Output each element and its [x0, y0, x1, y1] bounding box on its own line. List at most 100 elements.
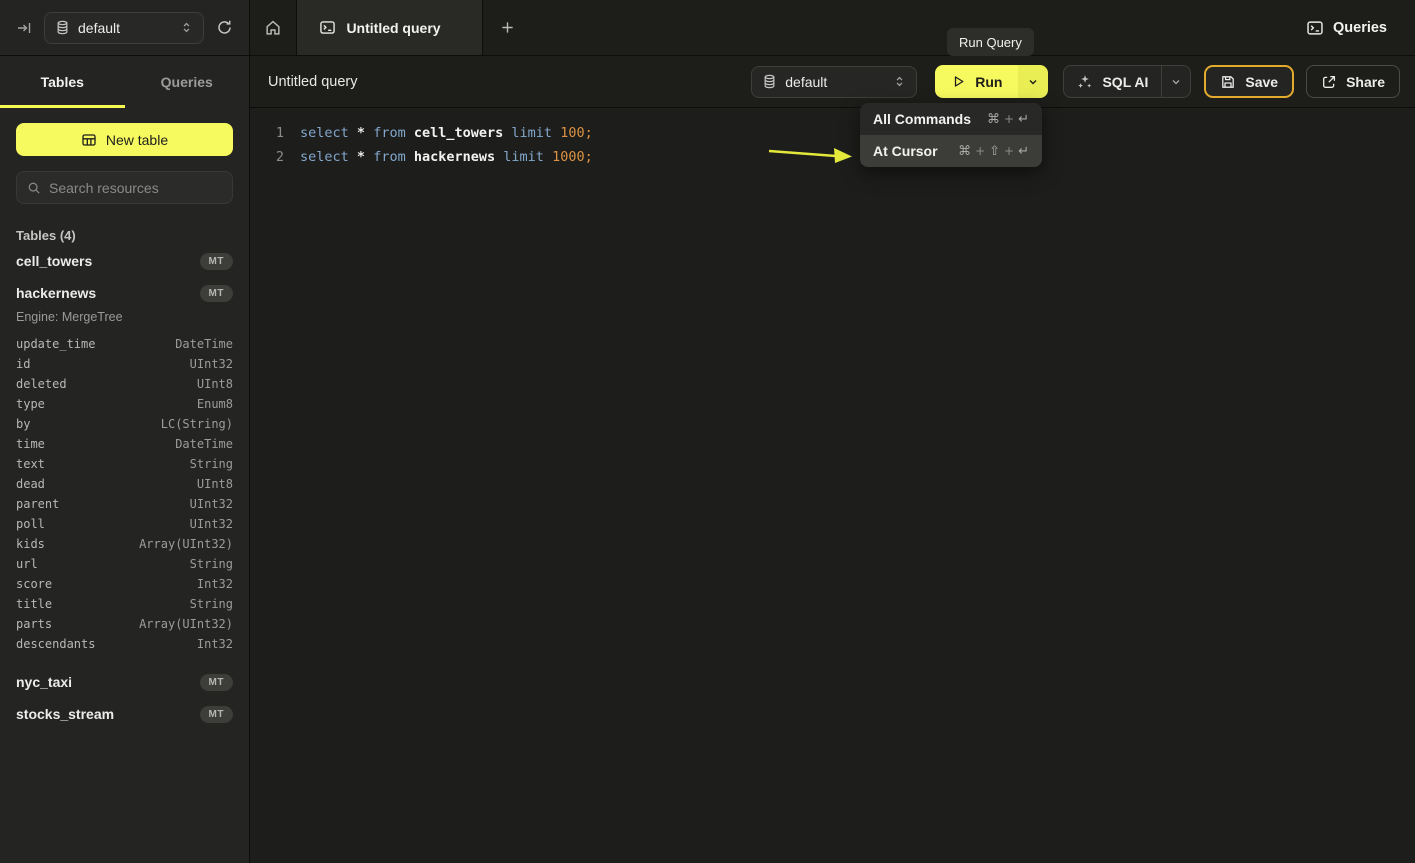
column-type: Enum8 [197, 397, 233, 411]
shortcut-separator: + [975, 144, 985, 158]
sparkles-icon [1077, 74, 1093, 90]
shortcut-key-icon: ⌘ [958, 144, 971, 159]
top-bar: default Untitled query [0, 0, 1415, 56]
token-pl [365, 125, 373, 141]
column-name: update_time [16, 337, 95, 351]
search-box[interactable] [16, 171, 233, 204]
search-icon [27, 181, 41, 195]
column-type: LC(String) [161, 417, 233, 431]
token-kw: from [373, 149, 406, 165]
database-icon [55, 20, 70, 35]
query-terminal-icon [319, 19, 336, 36]
column-name: text [16, 457, 45, 471]
token-num: ; [585, 125, 593, 141]
column-name: score [16, 577, 52, 591]
sql-editor[interactable]: 1select * from cell_towers limit 100;2se… [250, 108, 1415, 863]
home-icon [264, 19, 282, 37]
toolbar-database-value: default [785, 74, 827, 90]
share-button[interactable]: Share [1306, 65, 1400, 98]
sidebar-tab-tables[interactable]: Tables [0, 56, 125, 108]
line-number: 2 [262, 145, 284, 169]
new-table-label: New table [106, 132, 168, 148]
column-name: by [16, 417, 30, 431]
token-pl [406, 149, 414, 165]
sidebar: Tables Queries New table Tables [0, 56, 250, 863]
engine-badge: MT [200, 674, 233, 691]
save-floppy-icon [1220, 74, 1236, 90]
menu-item[interactable]: All Commands⌘+↵ [860, 103, 1042, 135]
table-name: nyc_taxi [16, 674, 72, 690]
search-input[interactable] [49, 180, 222, 196]
line-number: 1 [262, 121, 284, 145]
table-row[interactable]: hackernewsMT [16, 277, 233, 309]
table-row[interactable]: nyc_taxi MT [16, 666, 233, 698]
tab-label: Untitled query [346, 20, 440, 36]
refresh-button[interactable] [212, 15, 237, 40]
token-kw: select [300, 149, 349, 165]
query-title: Untitled query [268, 74, 357, 90]
column-type: String [190, 597, 233, 611]
run-options-menu: All Commands⌘+↵At Cursor⌘+⇧+↵ [860, 103, 1042, 167]
column-type: Array(UInt32) [139, 617, 233, 631]
collapse-sidebar-button[interactable] [12, 16, 36, 40]
column-row: text String [16, 454, 233, 474]
column-row: update_timeDateTime [16, 334, 233, 354]
column-type: Int32 [197, 577, 233, 591]
column-name: url [16, 557, 38, 571]
chevron-down-icon [1170, 76, 1182, 88]
column-row: pollUInt32 [16, 514, 233, 534]
column-row: by LC(String) [16, 414, 233, 434]
table-row[interactable]: cell_towersMT [16, 245, 233, 277]
new-table-button[interactable]: New table [16, 123, 233, 156]
column-name: deleted [16, 377, 67, 391]
home-tab-button[interactable] [250, 0, 297, 55]
token-num: 100 [560, 125, 584, 141]
sql-ai-button-label: SQL AI [1102, 74, 1148, 90]
token-star: * [357, 149, 365, 165]
token-kw: from [373, 125, 406, 141]
sql-ai-caret-button[interactable] [1161, 66, 1190, 97]
table-row[interactable]: stocks_streamMT [16, 698, 233, 730]
table-name: cell_towers [16, 253, 92, 269]
menu-item-label: All Commands [873, 111, 971, 127]
app-root: default Untitled query [0, 0, 1415, 863]
token-pl [349, 125, 357, 141]
shortcut-key-icon: ⇧ [989, 144, 1000, 159]
column-type: UInt8 [197, 477, 233, 491]
run-button[interactable]: Run [935, 65, 1018, 98]
column-row: parentUInt32 [16, 494, 233, 514]
token-num: ; [585, 149, 593, 165]
database-icon [762, 74, 777, 89]
active-tab-underline [0, 105, 125, 108]
chevron-updown-icon [180, 21, 193, 34]
column-type: String [190, 557, 233, 571]
sidebar-body: New table Tables (4) cell_towersMThacker… [0, 108, 249, 863]
column-name: time [16, 437, 45, 451]
sidebar-tab-queries[interactable]: Queries [125, 56, 250, 108]
token-tbl: hackernews [414, 149, 495, 165]
token-tbl: cell_towers [414, 125, 503, 141]
column-type: UInt32 [190, 517, 233, 531]
new-tab-button[interactable] [483, 0, 531, 55]
save-button[interactable]: Save [1204, 65, 1294, 98]
run-options-caret-button[interactable] [1018, 65, 1048, 98]
column-name: id [16, 357, 30, 371]
table-list: cell_towersMThackernewsMTEngine: MergeTr… [16, 245, 233, 730]
column-row: deletedUInt8 [16, 374, 233, 394]
database-selector[interactable]: default [44, 12, 204, 44]
column-name: parts [16, 617, 52, 631]
sql-ai-button[interactable]: SQL AI [1064, 66, 1161, 97]
column-type: UInt32 [190, 357, 233, 371]
unsaved-indicator-dot [451, 23, 460, 32]
queries-terminal-icon [1306, 19, 1324, 37]
menu-item[interactable]: At Cursor⌘+⇧+↵ [860, 135, 1042, 167]
table-columns: update_timeDateTimeidUInt32deletedUInt8t… [16, 334, 233, 654]
annotation-arrow [762, 140, 862, 168]
tab-untitled-query[interactable]: Untitled query [297, 0, 483, 55]
token-pl [349, 149, 357, 165]
queries-button[interactable]: Queries [1306, 0, 1387, 55]
toolbar-database-selector[interactable]: default [751, 66, 917, 98]
table-engine-label: Engine: MergeTree [16, 310, 233, 324]
column-name: type [16, 397, 45, 411]
column-type: String [190, 457, 233, 471]
